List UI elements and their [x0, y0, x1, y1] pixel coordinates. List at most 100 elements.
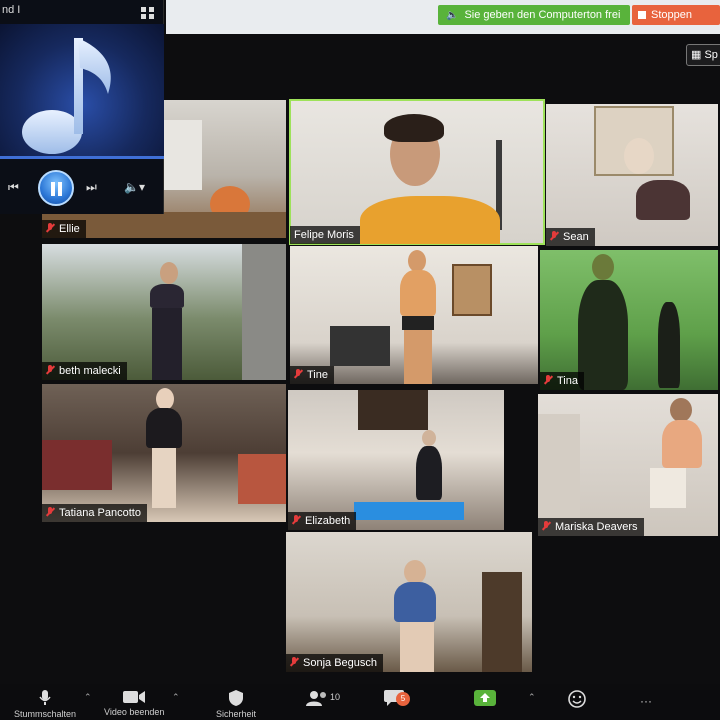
video-camera-icon	[123, 691, 146, 703]
person-head	[156, 388, 174, 410]
music-player-window[interactable]: nd I ⏮ ⏭ 🔈▾	[0, 0, 164, 214]
mic-muted-icon	[290, 657, 298, 667]
table	[238, 454, 286, 504]
seek-bar[interactable]	[0, 156, 164, 159]
person-head	[160, 262, 178, 284]
name-tag: Mariska Deavers	[538, 518, 644, 536]
person-head	[404, 560, 426, 584]
person-shorts	[650, 468, 686, 508]
name-tag: Tatiana Pancotto	[42, 504, 147, 522]
video-options-caret[interactable]: ⌃	[172, 692, 180, 703]
meeting-toolbar: Stummschalten ⌃ Video beenden ⌃ Sicherhe…	[0, 684, 720, 720]
yoga-mat	[354, 502, 464, 520]
person-shorts	[402, 316, 434, 330]
volume-icon[interactable]: 🔈▾	[124, 180, 145, 194]
video-tile-sonja-begusch[interactable]: Sonja Begusch	[286, 532, 532, 672]
shield-icon	[229, 690, 244, 706]
person-silhouette	[578, 280, 628, 390]
person-head	[624, 138, 654, 174]
person-head	[670, 398, 692, 422]
sofa	[42, 440, 112, 490]
person-body	[416, 446, 442, 500]
window-shape	[162, 120, 202, 190]
grid-icon: ▦	[691, 49, 702, 61]
person-legs	[152, 448, 176, 508]
video-tile-elizabeth[interactable]: Elizabeth	[288, 390, 504, 530]
mute-options-caret[interactable]: ⌃	[84, 692, 92, 703]
mic-muted-icon	[46, 507, 54, 517]
ceiling-fan	[358, 390, 428, 430]
mic-muted-icon	[46, 223, 54, 233]
person-top	[400, 270, 436, 316]
name-tag: beth malecki	[42, 362, 127, 380]
person-legs	[400, 622, 434, 672]
video-tile-tina[interactable]: Tina	[540, 250, 718, 390]
reactions-button[interactable]	[568, 690, 586, 711]
name-tag: Felipe Moris	[290, 226, 360, 244]
speaker-view-button[interactable]: ▦ Sp	[686, 44, 720, 66]
participants-count: 10	[330, 692, 341, 702]
computer-audio-notice: 🔈 Sie geben den Computerton frei	[438, 5, 630, 25]
person-body	[662, 420, 702, 468]
person-top	[394, 582, 436, 622]
album-art	[0, 24, 164, 158]
stop-video-button[interactable]: Video beenden	[104, 690, 164, 717]
player-controls: ⏮ ⏭ 🔈▾	[0, 168, 164, 208]
name-tag: Tine	[290, 366, 334, 384]
mic-muted-icon	[544, 375, 552, 385]
mic-muted-icon	[46, 365, 54, 375]
stop-icon	[638, 11, 646, 19]
person-head	[408, 250, 426, 272]
share-options-caret[interactable]: ⌃	[528, 692, 536, 703]
music-note-icon	[22, 38, 111, 154]
video-tile-felipe-moris[interactable]: Felipe Moris	[289, 99, 545, 245]
next-icon[interactable]: ⏭	[86, 180, 97, 195]
security-button[interactable]: Sicherheit	[216, 690, 256, 719]
person-shirt	[360, 196, 500, 244]
mute-button[interactable]: Stummschalten	[14, 690, 76, 719]
mic-muted-icon	[542, 521, 550, 531]
video-tile-tine[interactable]: Tine	[290, 246, 538, 384]
video-tile-beth-malecki[interactable]: beth malecki	[42, 244, 286, 380]
name-tag: Tina	[540, 372, 584, 390]
name-tag: Sean	[546, 228, 595, 246]
name-tag: Sonja Begusch	[286, 654, 383, 672]
house-wall	[242, 244, 286, 380]
zoom-meeting-window: 🔈 Sie geben den Computerton frei Stoppen …	[0, 0, 720, 720]
mic-muted-icon	[550, 231, 558, 241]
mic-muted-icon	[294, 369, 302, 379]
video-tile-mariska-deavers[interactable]: Mariska Deavers	[538, 394, 718, 536]
person-head	[592, 254, 614, 280]
share-screen-button[interactable]	[474, 690, 496, 709]
pause-button[interactable]	[38, 170, 74, 206]
plant	[482, 572, 522, 672]
pause-icon	[51, 182, 55, 196]
share-status-bar: 🔈 Sie geben den Computerton frei Stoppen	[166, 0, 720, 34]
participants-icon	[306, 691, 326, 706]
person-legs	[152, 308, 182, 380]
person-legs	[404, 330, 432, 384]
participants-button[interactable]: 10	[306, 690, 340, 709]
previous-icon[interactable]: ⏮	[8, 180, 19, 195]
stop-share-button[interactable]: Stoppen	[632, 5, 720, 25]
person-head	[422, 430, 436, 446]
chat-unread-badge: 5	[396, 692, 410, 706]
microphone-icon	[39, 690, 51, 705]
person-top	[636, 180, 690, 220]
share-screen-icon	[474, 690, 496, 706]
desk	[330, 326, 390, 366]
name-tag: Elizabeth	[288, 512, 357, 530]
wall-painting	[452, 264, 492, 316]
speaker-icon: 🔈	[446, 10, 459, 21]
person-top	[146, 408, 182, 448]
mic-muted-icon	[292, 515, 300, 525]
smiley-icon	[568, 690, 586, 708]
person-top	[150, 284, 184, 308]
person-silhouette-2	[658, 302, 680, 388]
player-title: nd I	[2, 4, 21, 16]
grid-icon[interactable]	[140, 6, 156, 20]
video-tile-tatiana-pancotto[interactable]: Tatiana Pancotto	[42, 384, 286, 522]
more-icon[interactable]: ···	[640, 694, 652, 708]
name-tag: Ellie	[42, 220, 86, 238]
video-tile-sean[interactable]: Sean	[546, 104, 718, 246]
